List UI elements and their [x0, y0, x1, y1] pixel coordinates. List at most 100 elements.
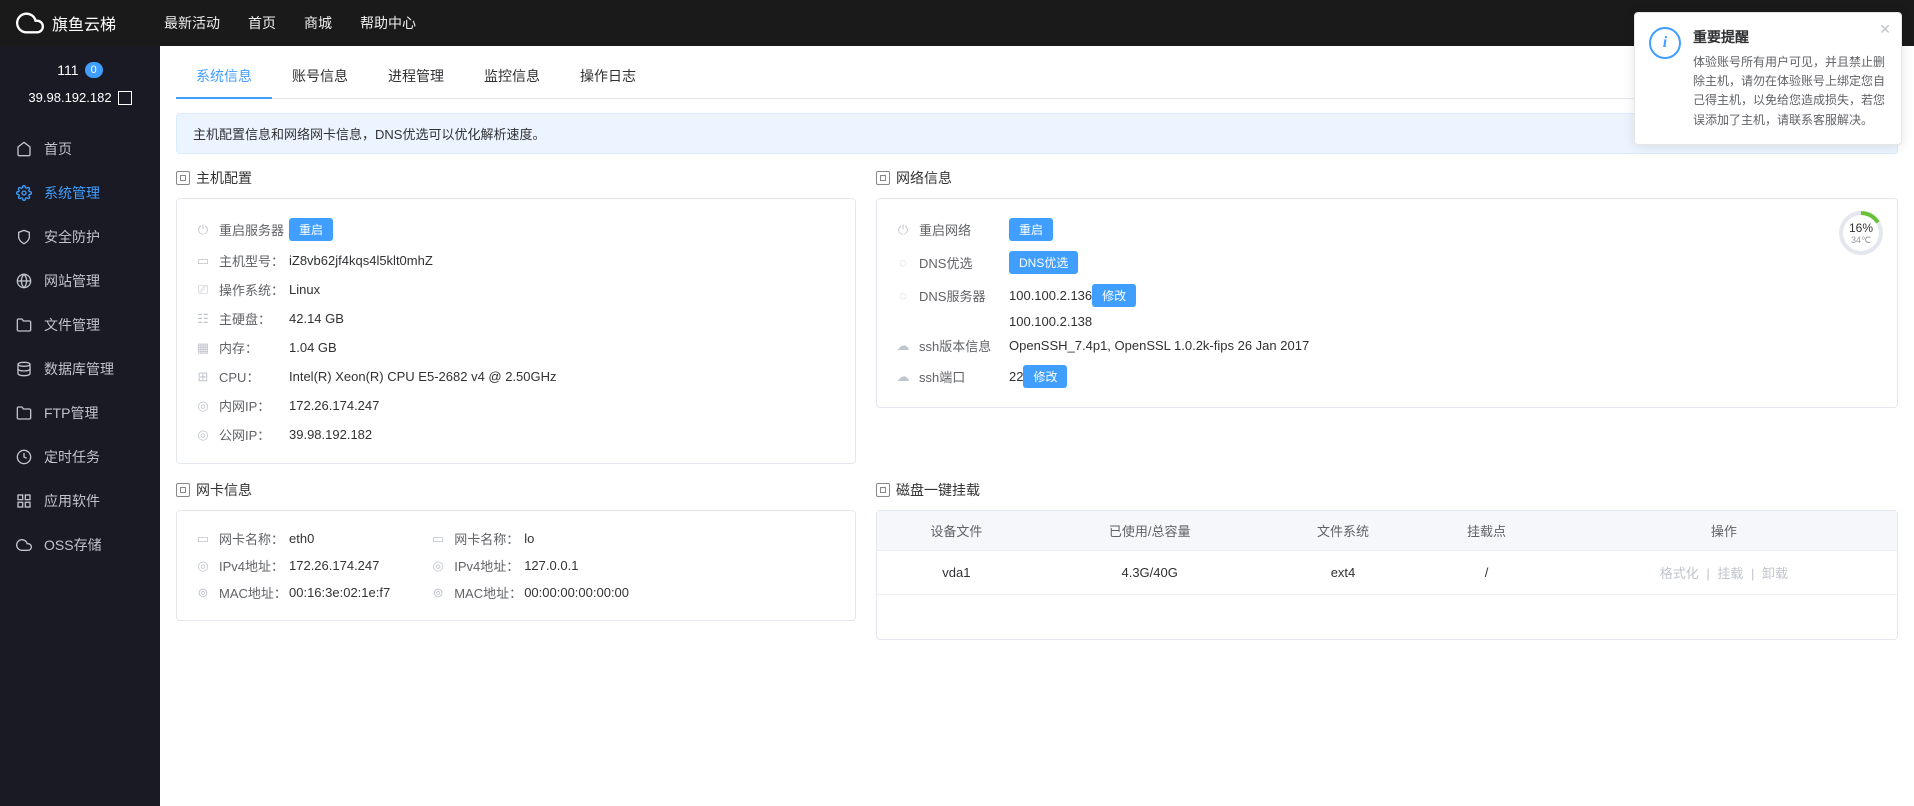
disk-value: 42.14 GB — [289, 311, 344, 326]
sidebar-item-cron[interactable]: 定时任务 — [0, 435, 160, 479]
nav-mall[interactable]: 商城 — [304, 1, 332, 45]
sidebar-item-label: 安全防护 — [44, 227, 100, 247]
dns-opt-button[interactable]: DNS优选 — [1009, 251, 1078, 274]
sidebar-item-website[interactable]: 网站管理 — [0, 259, 160, 303]
ssh-port-modify-button[interactable]: 修改 — [1023, 365, 1067, 388]
disk-icon: ☷ — [195, 311, 211, 327]
cpu-label: CPU： — [219, 367, 289, 386]
net-info-panel: 16% 34℃ ⏻ 重启网络 重启 ◌ DNS优选 DNS优选 — [876, 198, 1898, 408]
disk-table: 设备文件 已使用/总容量 文件系统 挂载点 操作 vda1 4.3G/40G — [877, 511, 1897, 595]
disk-format-button[interactable]: 格式化 — [1660, 566, 1699, 581]
disk-mount-button[interactable]: 挂载 — [1717, 566, 1743, 581]
top-header: 旗鱼云梯 最新活动 首页 商城 帮助中心 — [0, 0, 1914, 46]
sidebar-item-ftp[interactable]: FTP管理 — [0, 391, 160, 435]
tab-process[interactable]: 进程管理 — [368, 54, 464, 98]
brand-logo[interactable]: 旗鱼云梯 — [16, 9, 116, 37]
monitor-icon: ⎚ — [195, 282, 211, 298]
ip-icon: ◎ — [195, 558, 211, 574]
disk-label: 主硬盘： — [219, 309, 289, 328]
clock-icon — [16, 449, 32, 465]
database-icon — [16, 361, 32, 377]
brand-name: 旗鱼云梯 — [52, 11, 116, 35]
sidebar-item-label: 网站管理 — [44, 271, 100, 291]
sidebar-item-apps[interactable]: 应用软件 — [0, 479, 160, 523]
nic-card-eth0: ▭ 网卡名称： eth0 ◎ IPv4地址： 172.26.174.247 ⊚ — [195, 525, 390, 606]
ssh-port-value: 22 — [1009, 369, 1023, 384]
sidebar-item-oss[interactable]: OSS存储 — [0, 523, 160, 567]
host-config-title: 主机配置 — [176, 168, 856, 188]
disk-dev: vda1 — [877, 551, 1036, 595]
sidebar-item-security[interactable]: 安全防护 — [0, 215, 160, 259]
folder-icon — [16, 317, 32, 333]
net-info-title: 网络信息 — [876, 168, 1898, 188]
ssh-port-icon: ☁ — [895, 369, 911, 385]
nav-help[interactable]: 帮助中心 — [360, 1, 416, 45]
private-ip-label: 内网IP： — [219, 396, 289, 415]
sidebar-item-database[interactable]: 数据库管理 — [0, 347, 160, 391]
panel-icon — [176, 483, 190, 497]
nic-ip-label: IPv4地址： — [454, 556, 524, 575]
power-icon: ⏻ — [195, 222, 211, 238]
home-icon — [16, 141, 32, 157]
cpu-icon: ⊞ — [195, 369, 211, 385]
cloud-logo-icon — [16, 9, 44, 37]
disk-mount-panel: 设备文件 已使用/总容量 文件系统 挂载点 操作 vda1 4.3G/40G — [876, 510, 1898, 640]
server-icon: ▭ — [195, 253, 211, 269]
cloud-icon — [16, 537, 32, 553]
nic-name-icon: ▭ — [195, 531, 211, 547]
sidebar-item-home[interactable]: 首页 — [0, 127, 160, 171]
ip-icon: ◎ — [430, 558, 446, 574]
panel-icon — [876, 171, 890, 185]
mac-icon: ⊚ — [430, 585, 446, 601]
sidebar-item-label: 数据库管理 — [44, 359, 114, 379]
close-icon[interactable]: ✕ — [1879, 21, 1891, 38]
tab-monitor[interactable]: 监控信息 — [464, 54, 560, 98]
public-ip-value: 39.98.192.182 — [289, 427, 372, 442]
ssh-icon: ☁ — [895, 338, 911, 354]
mac-icon: ⊚ — [195, 585, 211, 601]
nic-ip-value: 127.0.0.1 — [524, 558, 578, 573]
private-ip-value: 172.26.174.247 — [289, 398, 379, 413]
disk-mount-title: 磁盘一键挂载 — [876, 480, 1898, 500]
sidebar-item-label: FTP管理 — [44, 403, 98, 423]
usage-gauge: 16% 34℃ — [1839, 211, 1883, 255]
notification-popup: i 重要提醒 体验账号所有用户可见，并且禁止删除主机，请勿在体验账号上绑定您自己… — [1634, 12, 1902, 145]
grid-icon — [16, 493, 32, 509]
nic-mac-label: MAC地址： — [219, 583, 289, 602]
host-config-panel: ⏻ 重启服务器 重启 ▭ 主机型号： iZ8vb62jf4kqs4l5klt0m… — [176, 198, 856, 464]
terminal-icon — [118, 91, 132, 105]
sidebar-item-label: OSS存储 — [44, 535, 102, 555]
restart-server-button[interactable]: 重启 — [289, 218, 333, 241]
nav-home[interactable]: 首页 — [248, 1, 276, 45]
sidebar-item-system[interactable]: 系统管理 — [0, 171, 160, 215]
disk-usage: 4.3G/40G — [1036, 551, 1264, 595]
tab-system[interactable]: 系统信息 — [176, 54, 272, 98]
sidebar-item-label: 文件管理 — [44, 315, 100, 335]
ssh-ver-label: ssh版本信息 — [919, 336, 1009, 355]
host-ip[interactable]: 39.98.192.182 — [0, 82, 160, 113]
model-label: 主机型号： — [219, 251, 289, 270]
disk-row: vda1 4.3G/40G ext4 / 格式化 | 挂载 | 卸载 — [877, 551, 1897, 595]
sidebar-item-files[interactable]: 文件管理 — [0, 303, 160, 347]
disk-th-mount: 挂载点 — [1422, 511, 1550, 551]
tab-account[interactable]: 账号信息 — [272, 54, 368, 98]
nic-name-value: lo — [524, 531, 534, 546]
disk-th-dev: 设备文件 — [877, 511, 1036, 551]
gauge-sub: 34℃ — [1851, 235, 1871, 246]
gear-icon — [16, 185, 32, 201]
cpu-value: Intel(R) Xeon(R) CPU E5-2682 v4 @ 2.50GH… — [289, 369, 557, 384]
ssh-ver-value: OpenSSH_7.4p1, OpenSSL 1.0.2k-fips 26 Ja… — [1009, 338, 1309, 353]
dns-server-label: DNS服务器 — [919, 286, 1009, 305]
disk-fs: ext4 — [1264, 551, 1423, 595]
dns-modify-button[interactable]: 修改 — [1092, 284, 1136, 307]
nic-info-title: 网卡信息 — [176, 480, 856, 500]
tab-oplog[interactable]: 操作日志 — [560, 54, 656, 98]
model-value: iZ8vb62jf4kqs4l5klt0mhZ — [289, 253, 433, 268]
nav-activity[interactable]: 最新活动 — [164, 1, 220, 45]
restart-net-button[interactable]: 重启 — [1009, 218, 1053, 241]
restart-net-label: 重启网络 — [919, 220, 1009, 239]
info-icon: i — [1649, 27, 1681, 59]
dns-server-icon: ◌ — [895, 288, 911, 304]
mem-label: 内存： — [219, 338, 289, 357]
disk-unmount-button[interactable]: 卸载 — [1762, 566, 1788, 581]
